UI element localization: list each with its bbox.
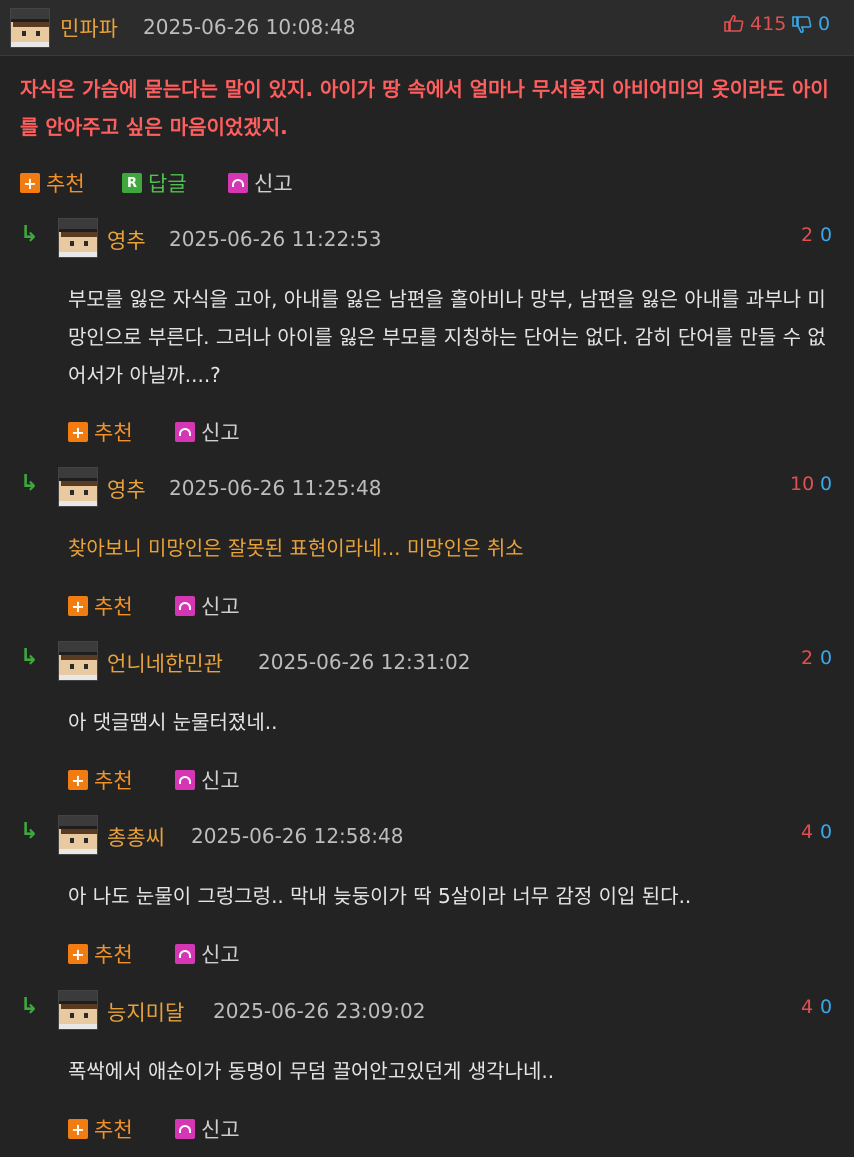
comment-upvote[interactable]: 2 bbox=[801, 647, 813, 669]
report-label: 신고 bbox=[201, 769, 240, 793]
report-label: 신고 bbox=[201, 595, 240, 619]
recommend-label: 추천 bbox=[94, 421, 133, 445]
downvote-count: 0 bbox=[818, 13, 831, 35]
upvote-button[interactable]: 415 bbox=[724, 13, 786, 35]
reply-label: 답글 bbox=[148, 172, 187, 196]
siren-icon bbox=[175, 770, 195, 790]
comment-upvote[interactable]: 2 bbox=[801, 224, 813, 246]
recommend-label: 추천 bbox=[94, 595, 133, 619]
comment-downvote[interactable]: 0 bbox=[820, 647, 832, 669]
siren-icon bbox=[175, 1119, 195, 1139]
plus-icon: + bbox=[68, 596, 88, 616]
comment-upvote[interactable]: 10 bbox=[790, 473, 814, 495]
comment-downvote[interactable]: 0 bbox=[820, 996, 832, 1018]
comment-upvote[interactable]: 4 bbox=[801, 996, 813, 1018]
comment-text: 찾아보니 미망인은 잘못된 표현이라네... 미망인은 취소 bbox=[68, 536, 524, 560]
comment-username[interactable]: 능지미달 bbox=[107, 997, 184, 1027]
recommend-button[interactable]: + 추천 bbox=[68, 417, 133, 447]
report-button[interactable]: 신고 bbox=[228, 168, 293, 198]
avatar[interactable] bbox=[58, 815, 98, 855]
avatar[interactable] bbox=[58, 467, 98, 507]
comment-text: 폭싹에서 애순이가 동명이 무덤 끌어안고있던게 생각나네.. bbox=[68, 1059, 555, 1083]
report-button[interactable]: 신고 bbox=[175, 939, 240, 969]
plus-icon: + bbox=[68, 1119, 88, 1139]
comment-username[interactable]: 영추 bbox=[107, 225, 146, 255]
comment-timestamp: 2025-06-26 11:25:48 bbox=[169, 476, 382, 500]
recommend-label: 추천 bbox=[94, 769, 133, 793]
report-button[interactable]: 신고 bbox=[175, 1114, 240, 1144]
post-username[interactable]: 민파파 bbox=[60, 13, 118, 43]
siren-icon bbox=[175, 596, 195, 616]
post-timestamp: 2025-06-26 10:08:48 bbox=[143, 15, 356, 39]
report-label: 신고 bbox=[201, 421, 240, 445]
comment-text: 아 댓글땜시 눈물터졌네.. bbox=[68, 710, 278, 734]
recommend-button[interactable]: + 추천 bbox=[68, 765, 133, 795]
recommend-label: 추천 bbox=[46, 172, 85, 196]
avatar[interactable] bbox=[58, 218, 98, 258]
recommend-button[interactable]: + 추천 bbox=[68, 939, 133, 969]
comment-text: 부모를 잃은 자식을 고아, 아내를 잃은 남편을 홀아비나 망부, 남편을 잃… bbox=[68, 287, 826, 387]
report-button[interactable]: 신고 bbox=[175, 765, 240, 795]
comment-downvote[interactable]: 0 bbox=[820, 473, 832, 495]
post-header: 민파파 2025-06-26 10:08:48 415 0 bbox=[0, 0, 854, 56]
reply-button[interactable]: R 답글 bbox=[122, 168, 187, 198]
comment-downvote[interactable]: 0 bbox=[820, 224, 832, 246]
siren-icon bbox=[175, 944, 195, 964]
comment-downvote[interactable]: 0 bbox=[820, 821, 832, 843]
recommend-label: 추천 bbox=[94, 943, 133, 967]
report-button[interactable]: 신고 bbox=[175, 417, 240, 447]
comment-timestamp: 2025-06-26 23:09:02 bbox=[213, 999, 426, 1023]
comment-text: 아 나도 눈물이 그렁그렁.. 막내 늦둥이가 딱 5살이라 너무 감정 이입 … bbox=[68, 884, 692, 908]
comment-upvote[interactable]: 4 bbox=[801, 821, 813, 843]
report-label: 신고 bbox=[201, 943, 240, 967]
reply-arrow-icon: ↳ bbox=[20, 819, 39, 844]
plus-icon: + bbox=[20, 173, 40, 193]
plus-icon: + bbox=[68, 422, 88, 442]
thumbs-up-icon bbox=[724, 14, 744, 32]
report-label: 신고 bbox=[254, 172, 293, 196]
downvote-button[interactable]: 0 bbox=[792, 13, 830, 35]
plus-icon: + bbox=[68, 770, 88, 790]
comment-username[interactable]: 총총씨 bbox=[107, 822, 165, 852]
comment-timestamp: 2025-06-26 12:31:02 bbox=[258, 650, 471, 674]
recommend-button[interactable]: + 추천 bbox=[68, 1114, 133, 1144]
siren-icon bbox=[228, 173, 248, 193]
post-body: 자식은 가슴에 묻는다는 말이 있지. 아이가 땅 속에서 얼마나 무서울지 아… bbox=[20, 77, 829, 139]
recommend-label: 추천 bbox=[94, 1118, 133, 1142]
comment-username[interactable]: 언니네한민관 bbox=[107, 648, 223, 678]
avatar[interactable] bbox=[58, 990, 98, 1030]
avatar[interactable] bbox=[58, 641, 98, 681]
recommend-button[interactable]: + 추천 bbox=[68, 591, 133, 621]
reply-r-icon: R bbox=[122, 173, 142, 193]
avatar[interactable] bbox=[10, 8, 50, 48]
reply-arrow-icon: ↳ bbox=[20, 222, 39, 247]
recommend-button[interactable]: + 추천 bbox=[20, 168, 85, 198]
report-button[interactable]: 신고 bbox=[175, 591, 240, 621]
siren-icon bbox=[175, 422, 195, 442]
report-label: 신고 bbox=[201, 1118, 240, 1142]
plus-icon: + bbox=[68, 944, 88, 964]
reply-arrow-icon: ↳ bbox=[20, 994, 39, 1019]
upvote-count: 415 bbox=[750, 13, 787, 35]
comment-username[interactable]: 영추 bbox=[107, 474, 146, 504]
comment-timestamp: 2025-06-26 11:22:53 bbox=[169, 227, 382, 251]
comment-timestamp: 2025-06-26 12:58:48 bbox=[191, 824, 404, 848]
thumbs-down-icon bbox=[792, 16, 812, 34]
reply-arrow-icon: ↳ bbox=[20, 645, 39, 670]
reply-arrow-icon: ↳ bbox=[20, 471, 39, 496]
